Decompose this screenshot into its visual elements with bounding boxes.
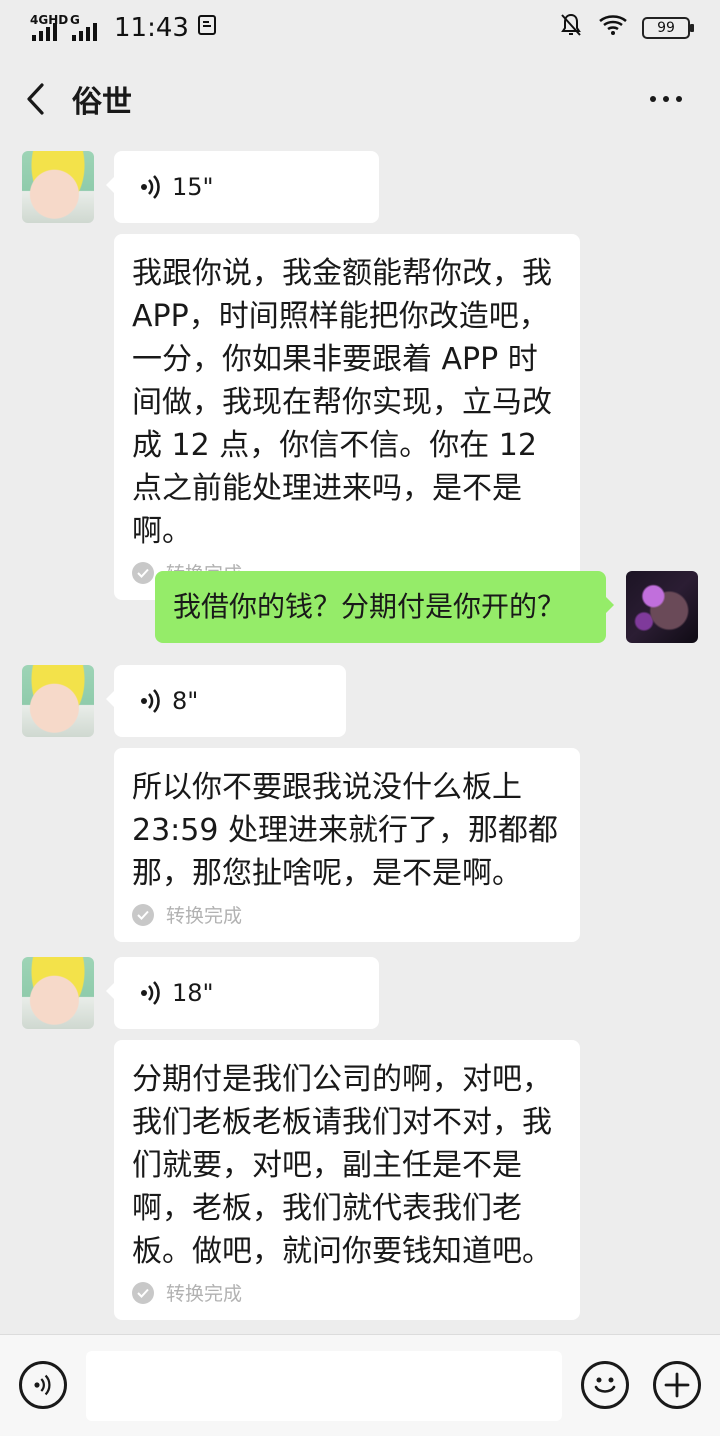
- voice-message[interactable]: 8": [106, 665, 346, 737]
- voice-wave-icon: [141, 689, 160, 713]
- transcript-status-text: 转换完成: [166, 1283, 243, 1305]
- transcript-status: 转换完成: [132, 901, 562, 928]
- back-button[interactable]: [0, 56, 70, 142]
- transcript-status-text: 转换完成: [166, 905, 243, 927]
- input-bar: [0, 1334, 720, 1436]
- transcript-text: 我跟你说，我金额能帮你改，我APP，时间照样能把你改造吧，一分，你如果非要跟着 …: [132, 256, 552, 549]
- transcript-text: 所以你不要跟我说没什么板上 23:59 处理进来就行了，那都都那，那您扯啥呢，是…: [132, 770, 558, 891]
- check-icon: [132, 903, 154, 926]
- plus-button[interactable]: [653, 1361, 701, 1409]
- wifi-icon: [598, 13, 628, 44]
- check-icon: [132, 1281, 154, 1304]
- contact-avatar[interactable]: [22, 151, 94, 223]
- chevron-left-icon: [27, 83, 44, 115]
- voice-input-icon: [34, 1374, 51, 1396]
- voice-duration: 8": [172, 687, 199, 715]
- chat-area[interactable]: 15" 我跟你说，我金额能帮你改，我APP，时间照样能把你改造吧，一分，你如果非…: [0, 142, 720, 1334]
- self-avatar[interactable]: [626, 571, 698, 643]
- sent-message-text: 我借你的钱？分期付是你开的？: [173, 590, 566, 623]
- voice-transcript[interactable]: 我跟你说，我金额能帮你改，我APP，时间照样能把你改造吧，一分，你如果非要跟着 …: [114, 234, 580, 600]
- sim-icon: [197, 13, 217, 43]
- voice-message[interactable]: 15": [106, 151, 379, 223]
- contact-avatar[interactable]: [22, 665, 94, 737]
- voice-transcript[interactable]: 所以你不要跟我说没什么板上 23:59 处理进来就行了，那都都那，那您扯啥呢，是…: [114, 748, 580, 942]
- voice-wave-icon: [141, 175, 160, 199]
- voice-input-button[interactable]: [19, 1361, 67, 1409]
- plus-icon: [664, 1372, 690, 1398]
- emoji-icon: [594, 1377, 616, 1393]
- voice-duration: 15": [172, 173, 214, 201]
- transcript-text: 分期付是我们公司的啊，对吧，我们老板老板请我们对不对，我们就要，对吧，副主任是不…: [132, 1062, 552, 1269]
- chat-header: 俗世: [0, 56, 720, 142]
- more-button[interactable]: [646, 79, 686, 119]
- mute-icon: [558, 12, 584, 45]
- signal-icon-2: G: [70, 13, 104, 43]
- sent-message[interactable]: 我借你的钱？分期付是你开的？: [155, 571, 614, 643]
- status-bar: 4GHD G 11:43 99: [0, 0, 720, 56]
- message-input[interactable]: [86, 1351, 562, 1421]
- check-icon: [132, 561, 154, 584]
- emoji-button[interactable]: [581, 1361, 629, 1409]
- signal-icon: 4GHD: [30, 13, 68, 43]
- more-dots-icon: [650, 96, 682, 102]
- voice-duration: 18": [172, 979, 214, 1007]
- battery-level: 99: [657, 20, 675, 36]
- battery-icon: 99: [642, 17, 694, 39]
- voice-wave-icon: [141, 981, 160, 1005]
- transcript-status: 转换完成: [132, 1279, 562, 1306]
- contact-avatar[interactable]: [22, 957, 94, 1029]
- status-time: 11:43: [114, 13, 189, 43]
- voice-transcript[interactable]: 分期付是我们公司的啊，对吧，我们老板老板请我们对不对，我们就要，对吧，副主任是不…: [114, 1040, 580, 1320]
- voice-message[interactable]: 18": [106, 957, 379, 1029]
- chat-title: 俗世: [72, 85, 132, 120]
